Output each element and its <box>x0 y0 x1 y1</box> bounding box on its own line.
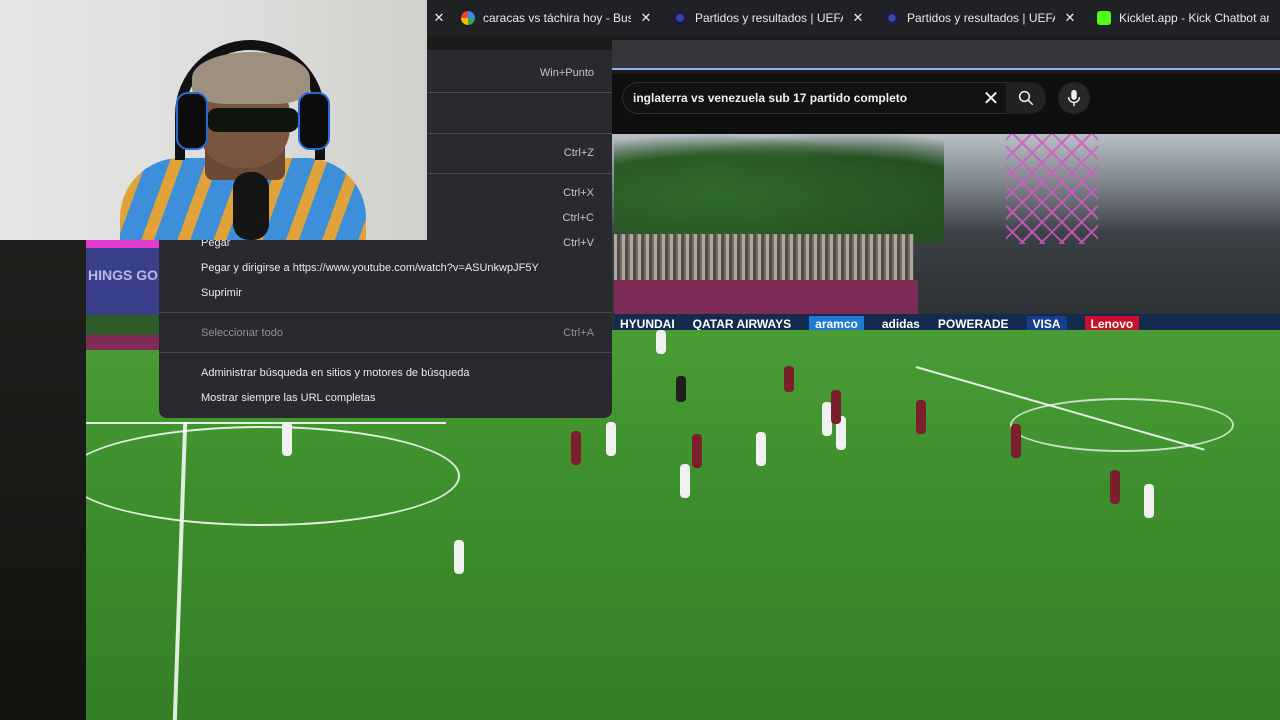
clear-search-icon[interactable]: ✕ <box>980 82 1002 114</box>
context-menu-lower: Pegar Ctrl+V Pegar y dirigirse a https:/… <box>159 237 612 418</box>
tab-title: Partidos y resultados | UEFA Champions L… <box>695 11 843 25</box>
tab-google-search[interactable]: caracas vs táchira hoy - Buscar con Goog… <box>451 0 663 36</box>
menu-item-manage-search[interactable]: Administrar búsqueda en sitios y motores… <box>201 367 469 379</box>
trees <box>614 134 944 244</box>
menu-separator <box>159 352 612 353</box>
microphone <box>233 172 269 240</box>
webcam-cap <box>192 52 310 104</box>
menu-separator <box>427 173 612 174</box>
menu-separator <box>427 133 612 134</box>
player <box>756 432 766 466</box>
close-icon[interactable]: ✕ <box>851 10 865 26</box>
menu-shortcut-select-all: Ctrl+A <box>563 327 594 339</box>
kicklet-icon <box>1097 11 1111 25</box>
tab-kicklet[interactable]: Kicklet.app - Kick Chatbot and <box>1087 0 1280 36</box>
search-icon <box>1018 90 1034 106</box>
ad-hyundai: HYUNDAI <box>620 317 675 331</box>
close-icon[interactable]: ✕ <box>639 10 653 26</box>
player <box>680 464 690 498</box>
tab-title: caracas vs táchira hoy - Buscar con Goog… <box>483 11 631 25</box>
crowd <box>614 234 914 282</box>
search-query: inglaterra vs venezuela sub 17 partido c… <box>633 91 908 105</box>
menu-shortcut-undo[interactable]: Ctrl+Z <box>564 147 594 159</box>
player <box>656 330 666 354</box>
menu-item-delete[interactable]: Suprimir <box>201 287 242 299</box>
tab-title: Partidos y resultados | UEFA Champions L… <box>907 11 1055 25</box>
microphone-icon <box>1067 89 1081 107</box>
close-icon[interactable]: ✕ <box>432 10 446 26</box>
player <box>1144 484 1154 518</box>
center-circle <box>86 426 460 526</box>
menu-separator <box>427 92 612 93</box>
menu-shortcut-paste: Ctrl+V <box>563 237 594 249</box>
ad-powerade: POWERADE <box>937 317 1009 331</box>
tab-close-button[interactable]: ✕ <box>427 0 451 36</box>
left-background-strip <box>0 240 86 720</box>
menu-separator <box>159 312 612 313</box>
sunglasses <box>207 108 299 132</box>
uefa-icon <box>673 11 687 25</box>
headset-ear-right <box>298 92 330 150</box>
google-icon <box>461 11 475 25</box>
player <box>831 390 841 424</box>
tab-strip: ✕ caracas vs táchira hoy - Buscar con Go… <box>427 0 1280 36</box>
search-button[interactable] <box>1006 82 1046 114</box>
youtube-search-input[interactable]: inglaterra vs venezuela sub 17 partido c… <box>622 82 1008 114</box>
broadcast-badge <box>86 240 159 350</box>
tab-uefa-2[interactable]: Partidos y resultados | UEFA Champions L… <box>875 0 1087 36</box>
menu-shortcut-copy[interactable]: Ctrl+C <box>563 212 594 224</box>
player <box>606 422 616 456</box>
context-menu: Win+Punto Ctrl+Z Ctrl+X Ctrl+C <box>427 50 612 240</box>
player <box>916 400 926 434</box>
address-bar[interactable] <box>612 40 1280 70</box>
menu-item-paste-and-go[interactable]: Pegar y dirigirse a https://www.youtube.… <box>201 262 539 274</box>
webcam-overlay <box>0 0 427 240</box>
player <box>1011 424 1021 458</box>
menu-shortcut-cut[interactable]: Ctrl+X <box>563 187 594 199</box>
menu-shortcut-emoji[interactable]: Win+Punto <box>540 67 594 79</box>
close-icon[interactable]: ✕ <box>1063 10 1077 26</box>
player <box>571 431 581 465</box>
player <box>692 434 702 468</box>
ad-qatar-airways: QATAR AIRWAYS <box>692 317 792 331</box>
player <box>1110 470 1120 504</box>
tab-title: Kicklet.app - Kick Chatbot and <box>1119 11 1269 25</box>
penalty-arc <box>1010 398 1234 452</box>
player <box>784 366 794 392</box>
menu-item-select-all[interactable]: Seleccionar todo <box>201 327 283 339</box>
menu-item-show-full-urls[interactable]: Mostrar siempre las URL completas <box>201 392 375 404</box>
tab-uefa-1[interactable]: Partidos y resultados | UEFA Champions L… <box>663 0 875 36</box>
headset-ear-left <box>176 92 208 150</box>
halfway-line <box>86 422 446 424</box>
player <box>454 540 464 574</box>
lit-tower <box>1006 134 1098 244</box>
uefa-icon <box>885 11 899 25</box>
voice-search-button[interactable] <box>1058 82 1090 114</box>
referee <box>676 376 686 402</box>
ad-adidas: adidas <box>881 317 920 331</box>
player <box>282 422 292 456</box>
youtube-header: inglaterra vs venezuela sub 17 partido c… <box>612 74 1280 134</box>
